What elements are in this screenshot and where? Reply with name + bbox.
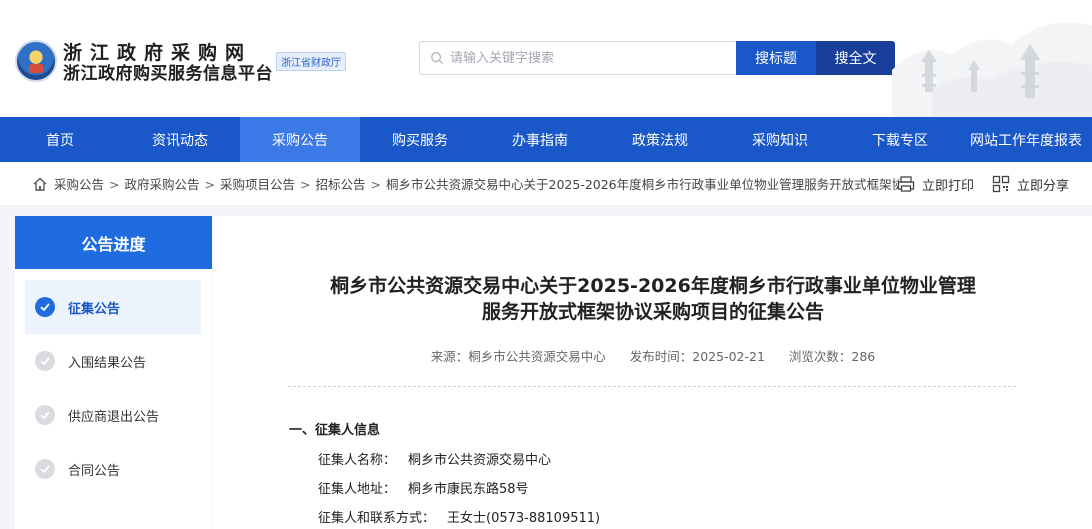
info-key: 征集人和联系方式： [318,511,436,526]
breadcrumb-separator: > [109,177,120,192]
breadcrumb-item[interactable]: 招标公告 [316,177,366,192]
share-button[interactable]: 立即分享 [992,175,1069,194]
step-label: 征集公告 [68,301,121,317]
info-line: 征集人和联系方式： 王女士(0573-88109511) [318,507,600,526]
checkmark-icon [35,351,55,371]
department-badge: 浙江省财政厅 [276,52,346,71]
meta-divider [288,386,1016,387]
step-label: 供应商退出公告 [68,409,160,425]
info-value: 桐乡市公共资源交易中心 [408,453,552,468]
nav-item-purchase-services[interactable]: 购买服务 [360,117,480,162]
search-input[interactable] [450,50,720,66]
info-key: 征集人地址： [318,482,397,497]
breadcrumb-item[interactable]: 采购公告 [54,177,104,192]
print-label: 立即打印 [922,178,975,194]
article-publish-date: 发布时间：2025-02-21 [629,349,765,364]
breadcrumb-separator: > [370,177,381,192]
article-source: 来源：桐乡市公共资源交易中心 [430,349,606,364]
search-title-button[interactable]: 搜标题 [736,41,816,75]
nav-item-guide[interactable]: 办事指南 [480,117,600,162]
article-panel: 桐乡市公共资源交易中心关于2025-2026年度桐乡市行政事业单位物业管理 服务… [213,216,1092,529]
site-subtitle[interactable]: 浙江政府购买服务信息平台 [63,59,273,84]
breadcrumb-item[interactable]: 政府采购公告 [125,177,200,192]
step-shortlist-result-notice[interactable]: 入围结果公告 [25,334,201,388]
checkmark-icon [35,297,55,317]
print-button[interactable]: 立即打印 [897,175,974,194]
site-header: 浙江政府采购网 浙江政府购买服务信息平台 浙江省财政厅 搜标题 搜全文 [0,0,1092,117]
breadcrumb-item[interactable]: 采购项目公告 [220,177,295,192]
article-title-line1: 桐乡市公共资源交易中心关于2025-2026年度桐乡市行政事业单位物业管理 [330,275,976,297]
step-contract-notice[interactable]: 合同公告 [25,442,201,496]
main-nav: 首页 资讯动态 采购公告 购买服务 办事指南 政策法规 采购知识 下载专区 网站… [0,117,1092,162]
nav-item-news[interactable]: 资讯动态 [120,117,240,162]
sidebar-title: 公告进度 [15,216,212,269]
step-solicitation-notice[interactable]: 征集公告 [25,280,201,334]
step-supplier-exit-notice[interactable]: 供应商退出公告 [25,388,201,442]
section-heading: 一、征集人信息 [289,423,381,438]
breadcrumb-separator: > [204,177,215,192]
search-fulltext-button[interactable]: 搜全文 [816,41,895,75]
nav-item-downloads[interactable]: 下载专区 [840,117,960,162]
article-title-line2: 服务开放式框架协议采购项目的征集公告 [481,301,824,323]
nav-item-procurement-notices[interactable]: 采购公告 [240,117,360,162]
nav-item-annual-report[interactable]: 网站工作年度报表 [960,117,1092,162]
article-meta: 来源：桐乡市公共资源交易中心 发布时间：2025-02-21 浏览次数：286 [273,346,1033,365]
info-value: 王女士(0573-88109511) [447,511,601,526]
breadcrumb: 采购公告 > 政府采购公告 > 采购项目公告 > 招标公告 > 桐乡市公共资源交易中心关于202… [0,162,1092,206]
checkmark-icon [35,459,55,479]
article-title: 桐乡市公共资源交易中心关于2025-2026年度桐乡市行政事业单位物业管理 服务… [273,273,1033,325]
breadcrumb-separator: > [300,177,311,192]
step-label: 入围结果公告 [68,355,147,371]
nav-item-home[interactable]: 首页 [0,117,120,162]
decorative-pagoda-landscape [892,22,1092,117]
nav-item-knowledge[interactable]: 采购知识 [720,117,840,162]
info-line: 征集人名称： 桐乡市公共资源交易中心 [318,449,551,468]
share-label: 立即分享 [1017,178,1070,194]
article-view-count: 浏览次数：286 [788,349,876,364]
breadcrumb-current: 桐乡市公共资源交易中心关于2025-2026年度桐乡市行政事业单位物业管理服务开… [386,177,899,192]
nav-item-policies[interactable]: 政策法规 [600,117,720,162]
search-icon [431,52,444,65]
printer-icon [897,176,915,192]
progress-sidebar: 公告进度 征集公告 入围结果公告 供应商退出公告 合同公告 [15,216,212,529]
site-logo-emblem[interactable] [15,40,57,82]
info-line: 征集人地址： 桐乡市康民东路58号 [318,478,529,497]
info-key: 征集人名称： [318,453,397,468]
home-icon[interactable] [32,176,48,192]
breadcrumb-trail: 采购公告 > 政府采购公告 > 采购项目公告 > 招标公告 > 桐乡市公共资源交易中心关于202… [54,174,899,193]
qrcode-icon [992,175,1010,193]
info-value: 桐乡市康民东路58号 [408,482,529,497]
step-label: 合同公告 [68,463,121,479]
search-box [419,41,736,75]
checkmark-icon [35,405,55,425]
